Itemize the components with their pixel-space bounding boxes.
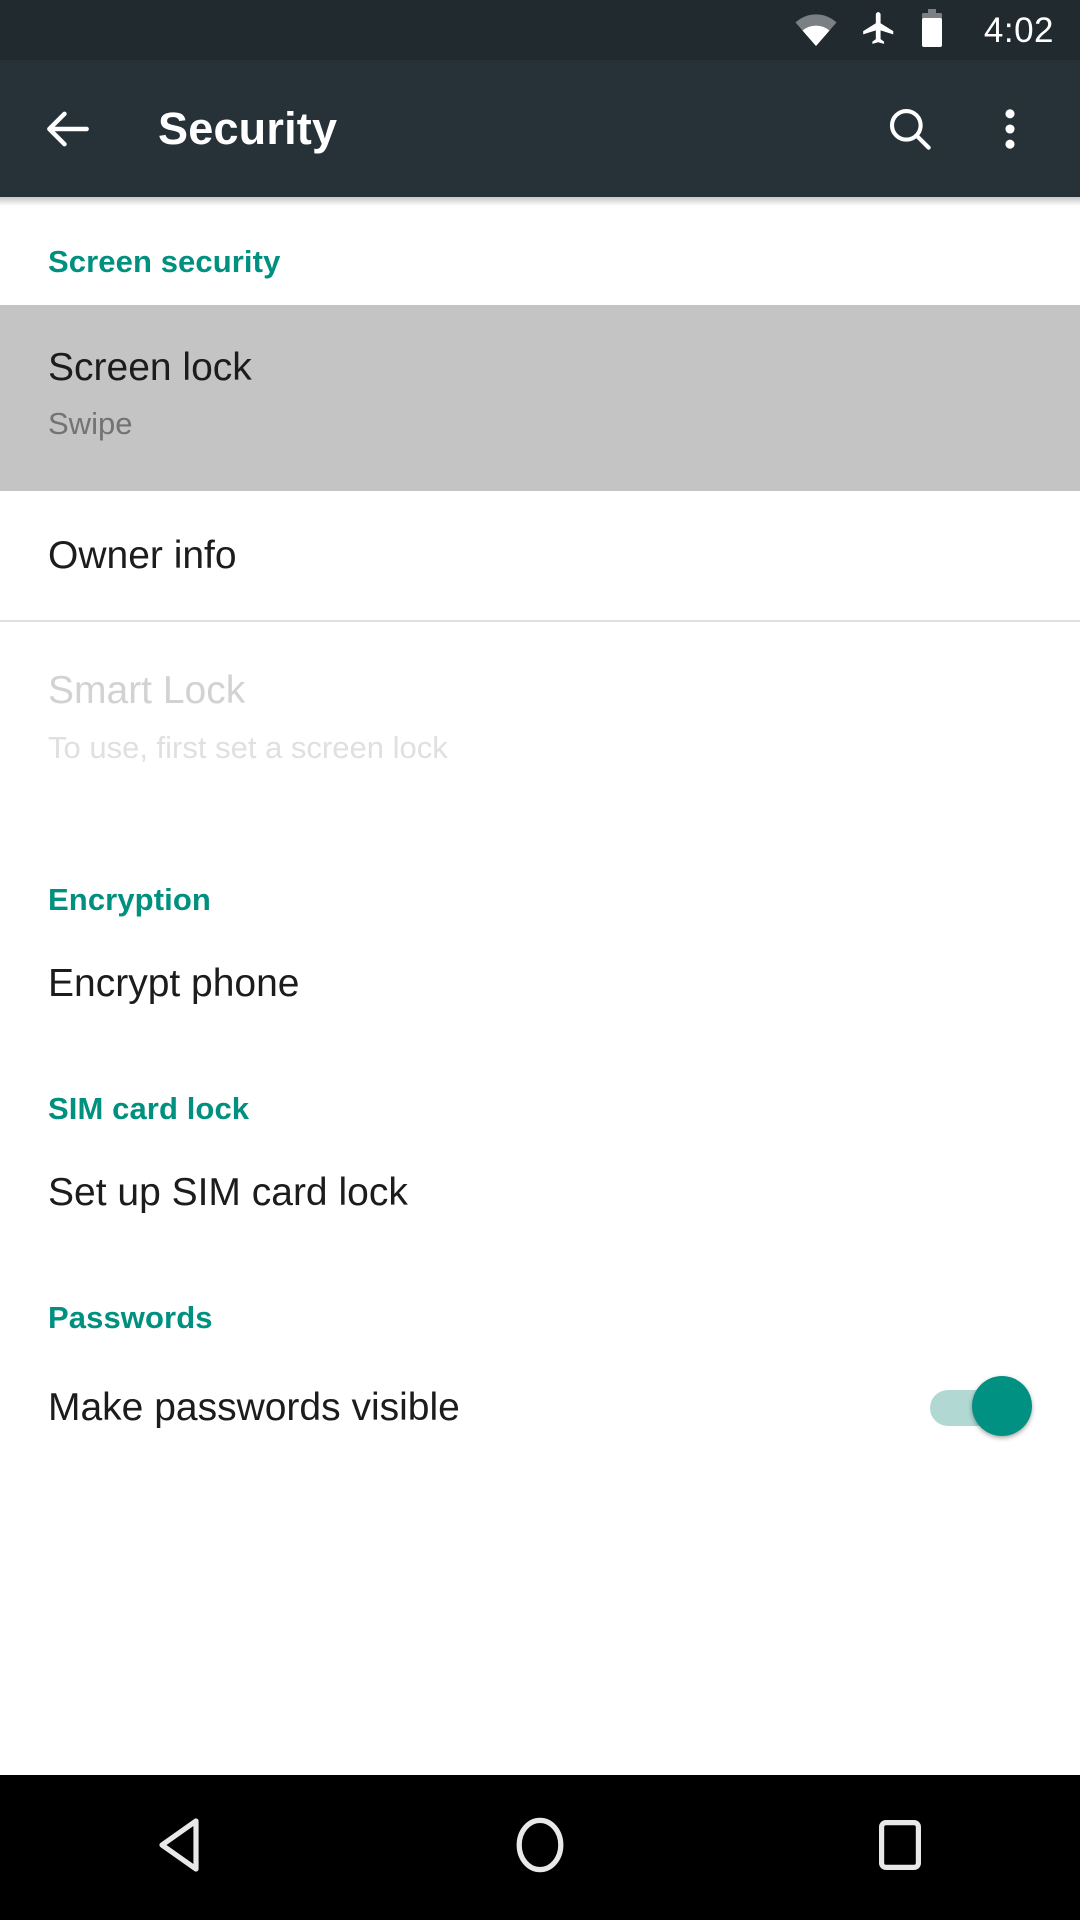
list-item-smart-lock: Smart Lock To use, first set a screen lo… xyxy=(0,622,1080,808)
list-item-subtitle: To use, first set a screen lock xyxy=(48,730,448,765)
home-circle-icon xyxy=(514,1816,566,1879)
list-item-set-up-sim-card-lock[interactable]: Set up SIM card lock xyxy=(0,1127,1080,1257)
status-bar-icons: 4:02 xyxy=(794,8,1054,52)
section-header-sim-card-lock: SIM card lock xyxy=(48,1091,250,1126)
android-navigation-bar xyxy=(0,1775,1080,1920)
list-item-subtitle: Swipe xyxy=(48,406,133,441)
status-bar-clock: 4:02 xyxy=(983,10,1054,50)
recents-square-icon xyxy=(877,1818,923,1877)
back-arrow-icon[interactable] xyxy=(40,101,96,157)
battery-icon xyxy=(920,8,944,52)
section-header-passwords: Passwords xyxy=(48,1300,213,1335)
nav-home-button[interactable] xyxy=(360,1775,720,1920)
settings-list: Screen security Screen lock Swipe Owner … xyxy=(0,197,1080,1775)
search-icon[interactable] xyxy=(884,103,936,155)
list-item-title: Smart Lock xyxy=(48,669,246,712)
app-bar: Security xyxy=(0,60,1080,197)
toggle-thumb xyxy=(972,1376,1032,1436)
wifi-icon xyxy=(794,13,838,47)
section-header-screen-security: Screen security xyxy=(48,244,281,279)
list-item-title: Owner info xyxy=(48,534,237,577)
list-item-screen-lock[interactable]: Screen lock Swipe xyxy=(0,305,1080,491)
status-bar: 4:02 xyxy=(0,0,1080,60)
nav-back-button[interactable] xyxy=(0,1775,360,1920)
list-item-title: Set up SIM card lock xyxy=(48,1171,408,1214)
list-item-title: Screen lock xyxy=(48,346,252,389)
android-security-settings-screen: 4:02 Security Screen security Screen loc… xyxy=(0,0,1080,1920)
nav-recents-button[interactable] xyxy=(720,1775,1080,1920)
list-item-title: Make passwords visible xyxy=(48,1385,460,1429)
page-title: Security xyxy=(158,103,338,154)
list-item-title: Encrypt phone xyxy=(48,962,300,1005)
back-triangle-icon xyxy=(152,1815,208,1880)
make-passwords-visible-toggle[interactable] xyxy=(930,1376,1032,1438)
list-item-encrypt-phone[interactable]: Encrypt phone xyxy=(0,918,1080,1048)
list-item-owner-info[interactable]: Owner info xyxy=(0,491,1080,620)
more-options-icon[interactable] xyxy=(984,103,1036,155)
list-item-make-passwords-visible[interactable]: Make passwords visible xyxy=(0,1336,1080,1478)
section-header-encryption: Encryption xyxy=(48,882,211,917)
airplane-mode-icon xyxy=(860,9,898,52)
